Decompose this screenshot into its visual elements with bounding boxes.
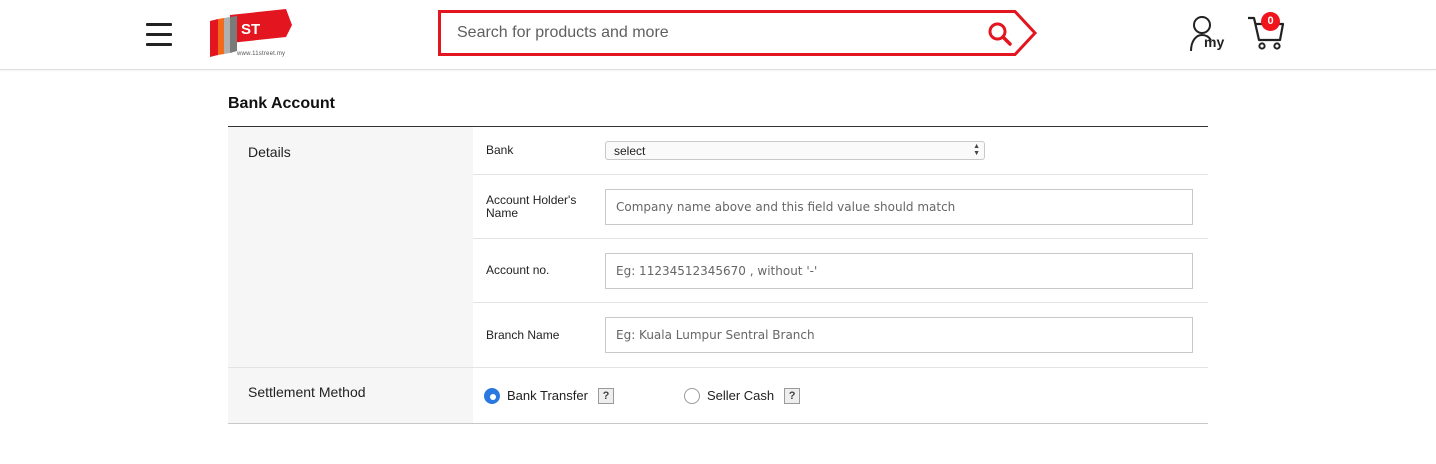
branch-label: Branch Name xyxy=(486,327,560,342)
select-arrows-icon: ▲ ▼ xyxy=(973,143,980,157)
bank-transfer-help-button[interactable]: ? xyxy=(597,387,614,404)
details-heading: Details xyxy=(228,127,473,367)
settlement-options: Bank Transfer ? Seller Cash ? xyxy=(473,368,1208,423)
page-title: Bank Account xyxy=(228,95,335,112)
menu-icon[interactable] xyxy=(146,23,172,47)
cart-count-badge: 0 xyxy=(1261,12,1280,31)
search-input[interactable] xyxy=(457,23,957,43)
settlement-row: Settlement Method Bank Transfer ? Seller… xyxy=(228,368,1208,423)
seller-cash-radio[interactable]: Seller Cash xyxy=(683,387,774,404)
branch-name-input[interactable] xyxy=(605,317,1193,353)
account-label[interactable]: my xyxy=(1204,34,1224,50)
search-icon[interactable] xyxy=(987,21,1013,47)
bank-label: Bank xyxy=(486,143,514,157)
account-no-field: Account no. xyxy=(473,239,1208,303)
bank-transfer-radio[interactable]: Bank Transfer xyxy=(484,387,588,404)
account-no-label: Account no. xyxy=(486,263,550,277)
account-no-input[interactable] xyxy=(605,252,1193,289)
bank-field: Bank select ▲ ▼ xyxy=(473,127,1208,175)
bank-account-form: Details Bank select ▲ ▼ Account Holder's … xyxy=(228,126,1208,424)
account-holder-input[interactable] xyxy=(605,188,1193,225)
search-bar[interactable] xyxy=(438,10,1038,56)
details-row: Details Bank select ▲ ▼ Account Holder's … xyxy=(228,127,1208,368)
holder-field: Account Holder's Name xyxy=(473,175,1208,239)
branch-field: Branch Name xyxy=(473,303,1208,367)
holder-label: Account Holder's Name xyxy=(486,192,577,220)
settlement-heading: Settlement Method xyxy=(228,368,473,423)
radio-unchecked-icon[interactable] xyxy=(683,387,700,404)
seller-cash-help-button[interactable]: ? xyxy=(784,387,801,404)
svg-text:ST: ST xyxy=(241,21,260,38)
logo-url-text: www.11street.my xyxy=(237,51,286,57)
radio-checked-icon[interactable] xyxy=(484,387,500,404)
site-header: ST www.11street.my my 0 xyxy=(0,0,1436,70)
bank-select[interactable]: select ▲ ▼ xyxy=(605,141,985,160)
